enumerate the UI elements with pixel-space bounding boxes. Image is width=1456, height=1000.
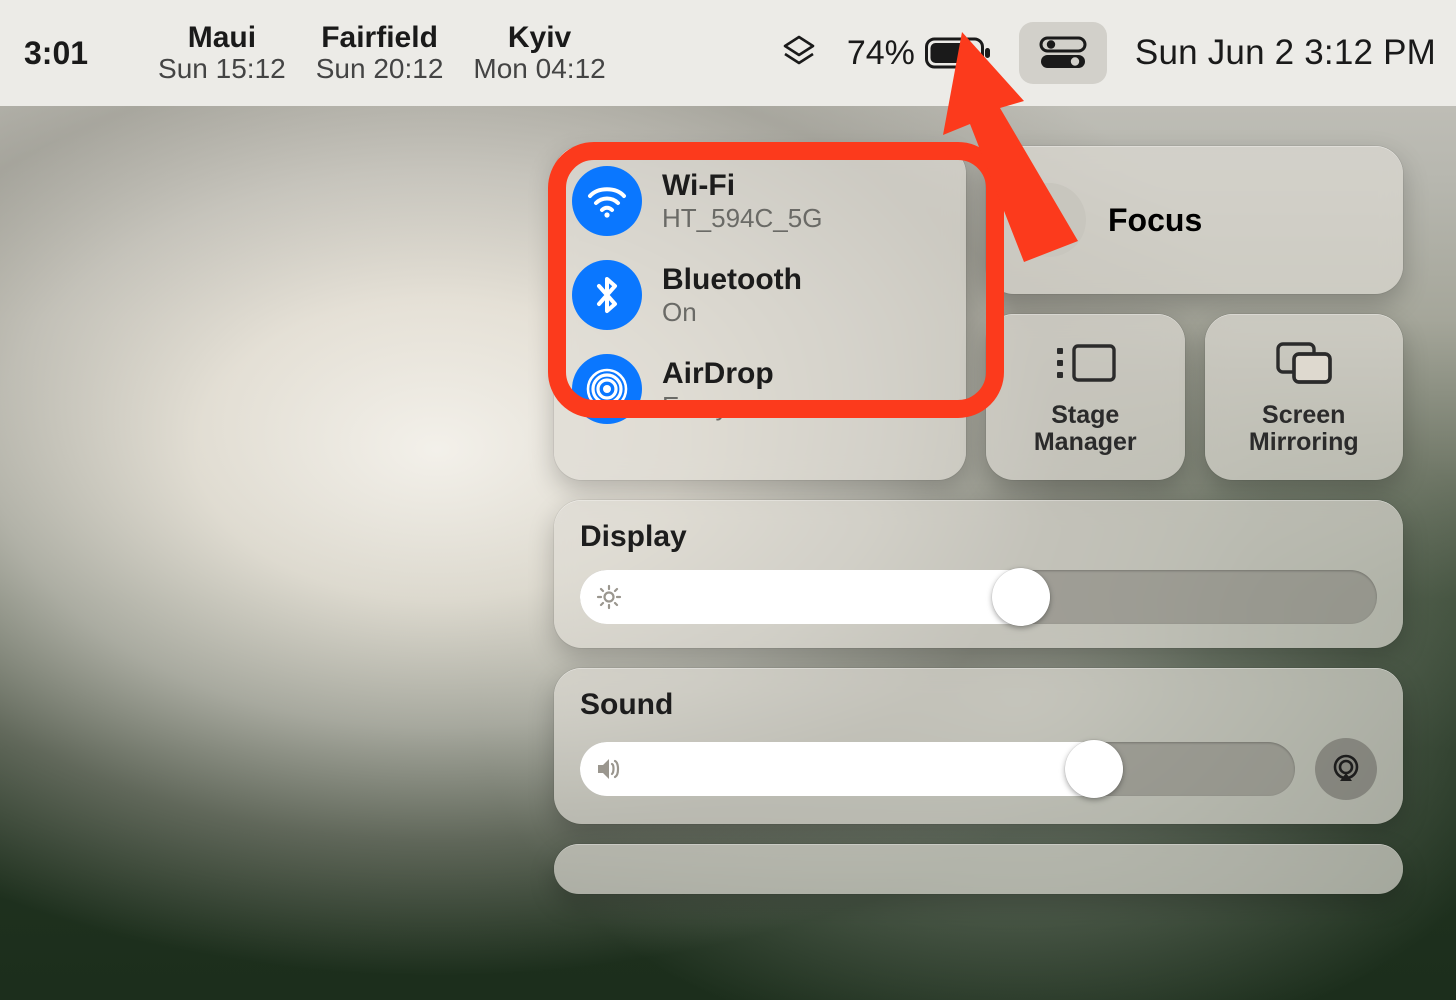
airdrop-icon — [572, 354, 642, 424]
focus-label: Focus — [1108, 202, 1202, 239]
wifi-network-name: HT_594C_5G — [662, 203, 822, 234]
airdrop-title: AirDrop — [662, 357, 774, 391]
battery-icon — [925, 36, 991, 70]
sound-card: Sound — [554, 668, 1403, 824]
menubar-clock[interactable]: 3:01 — [24, 35, 88, 72]
menubar-datetime[interactable]: Sun Jun 2 3:12 PM — [1135, 33, 1436, 73]
connectivity-card: Wi-Fi HT_594C_5G Bluetooth On — [554, 146, 966, 480]
world-clock-city: Kyiv — [473, 21, 605, 54]
world-clock-city: Maui — [158, 21, 286, 54]
sound-header: Sound — [580, 688, 1377, 722]
stage-manager-tile[interactable]: Stage Manager — [986, 314, 1185, 480]
world-clock-item[interactable]: Kyiv Mon 04:12 — [473, 21, 605, 85]
bluetooth-icon — [572, 260, 642, 330]
wifi-title: Wi-Fi — [662, 169, 822, 203]
bluetooth-status: On — [662, 297, 802, 328]
screen-mirroring-tile[interactable]: Screen Mirroring — [1205, 314, 1404, 480]
focus-moon-icon — [1012, 183, 1086, 257]
airplay-audio-button[interactable] — [1315, 738, 1377, 800]
bottom-card-partial[interactable] — [554, 844, 1403, 894]
focus-card[interactable]: Focus — [986, 146, 1403, 294]
menubar-battery[interactable]: 74% — [847, 34, 991, 73]
stage-manager-icon — [1052, 338, 1118, 388]
world-clock-city: Fairfield — [316, 21, 444, 54]
bluetooth-title: Bluetooth — [662, 263, 802, 297]
airplay-icon — [1328, 751, 1364, 787]
screen-mirroring-label: Screen Mirroring — [1249, 402, 1359, 457]
world-clock-time: Mon 04:12 — [473, 54, 605, 85]
menu-bar: 3:01 Maui Sun 15:12 Fairfield Sun 20:12 … — [0, 0, 1456, 106]
stage-manager-label: Stage Manager — [1034, 402, 1137, 457]
world-clock-time: Sun 20:12 — [316, 54, 444, 85]
world-clock-item[interactable]: Maui Sun 15:12 — [158, 21, 286, 85]
control-center: Wi-Fi HT_594C_5G Bluetooth On — [554, 146, 1403, 854]
airdrop-toggle[interactable]: AirDrop Everyone — [572, 354, 948, 424]
wifi-toggle[interactable]: Wi-Fi HT_594C_5G — [572, 166, 948, 236]
display-brightness-slider[interactable] — [580, 570, 1377, 624]
world-clock-time: Sun 15:12 — [158, 54, 286, 85]
bluetooth-toggle[interactable]: Bluetooth On — [572, 260, 948, 330]
world-clocks[interactable]: Maui Sun 15:12 Fairfield Sun 20:12 Kyiv … — [158, 21, 606, 85]
world-clock-item[interactable]: Fairfield Sun 20:12 — [316, 21, 444, 85]
airdrop-status: Everyone — [662, 391, 774, 422]
wifi-icon — [572, 166, 642, 236]
menubar-assistant-icon[interactable] — [779, 33, 819, 73]
sound-volume-slider[interactable] — [580, 742, 1295, 796]
control-center-icon — [1039, 36, 1087, 70]
battery-percent: 74% — [847, 34, 915, 73]
display-card: Display — [554, 500, 1403, 648]
screen-mirroring-icon — [1272, 338, 1336, 388]
volume-icon — [596, 756, 626, 782]
control-center-button[interactable] — [1019, 22, 1107, 84]
brightness-icon — [596, 584, 622, 610]
display-header: Display — [580, 520, 1377, 554]
